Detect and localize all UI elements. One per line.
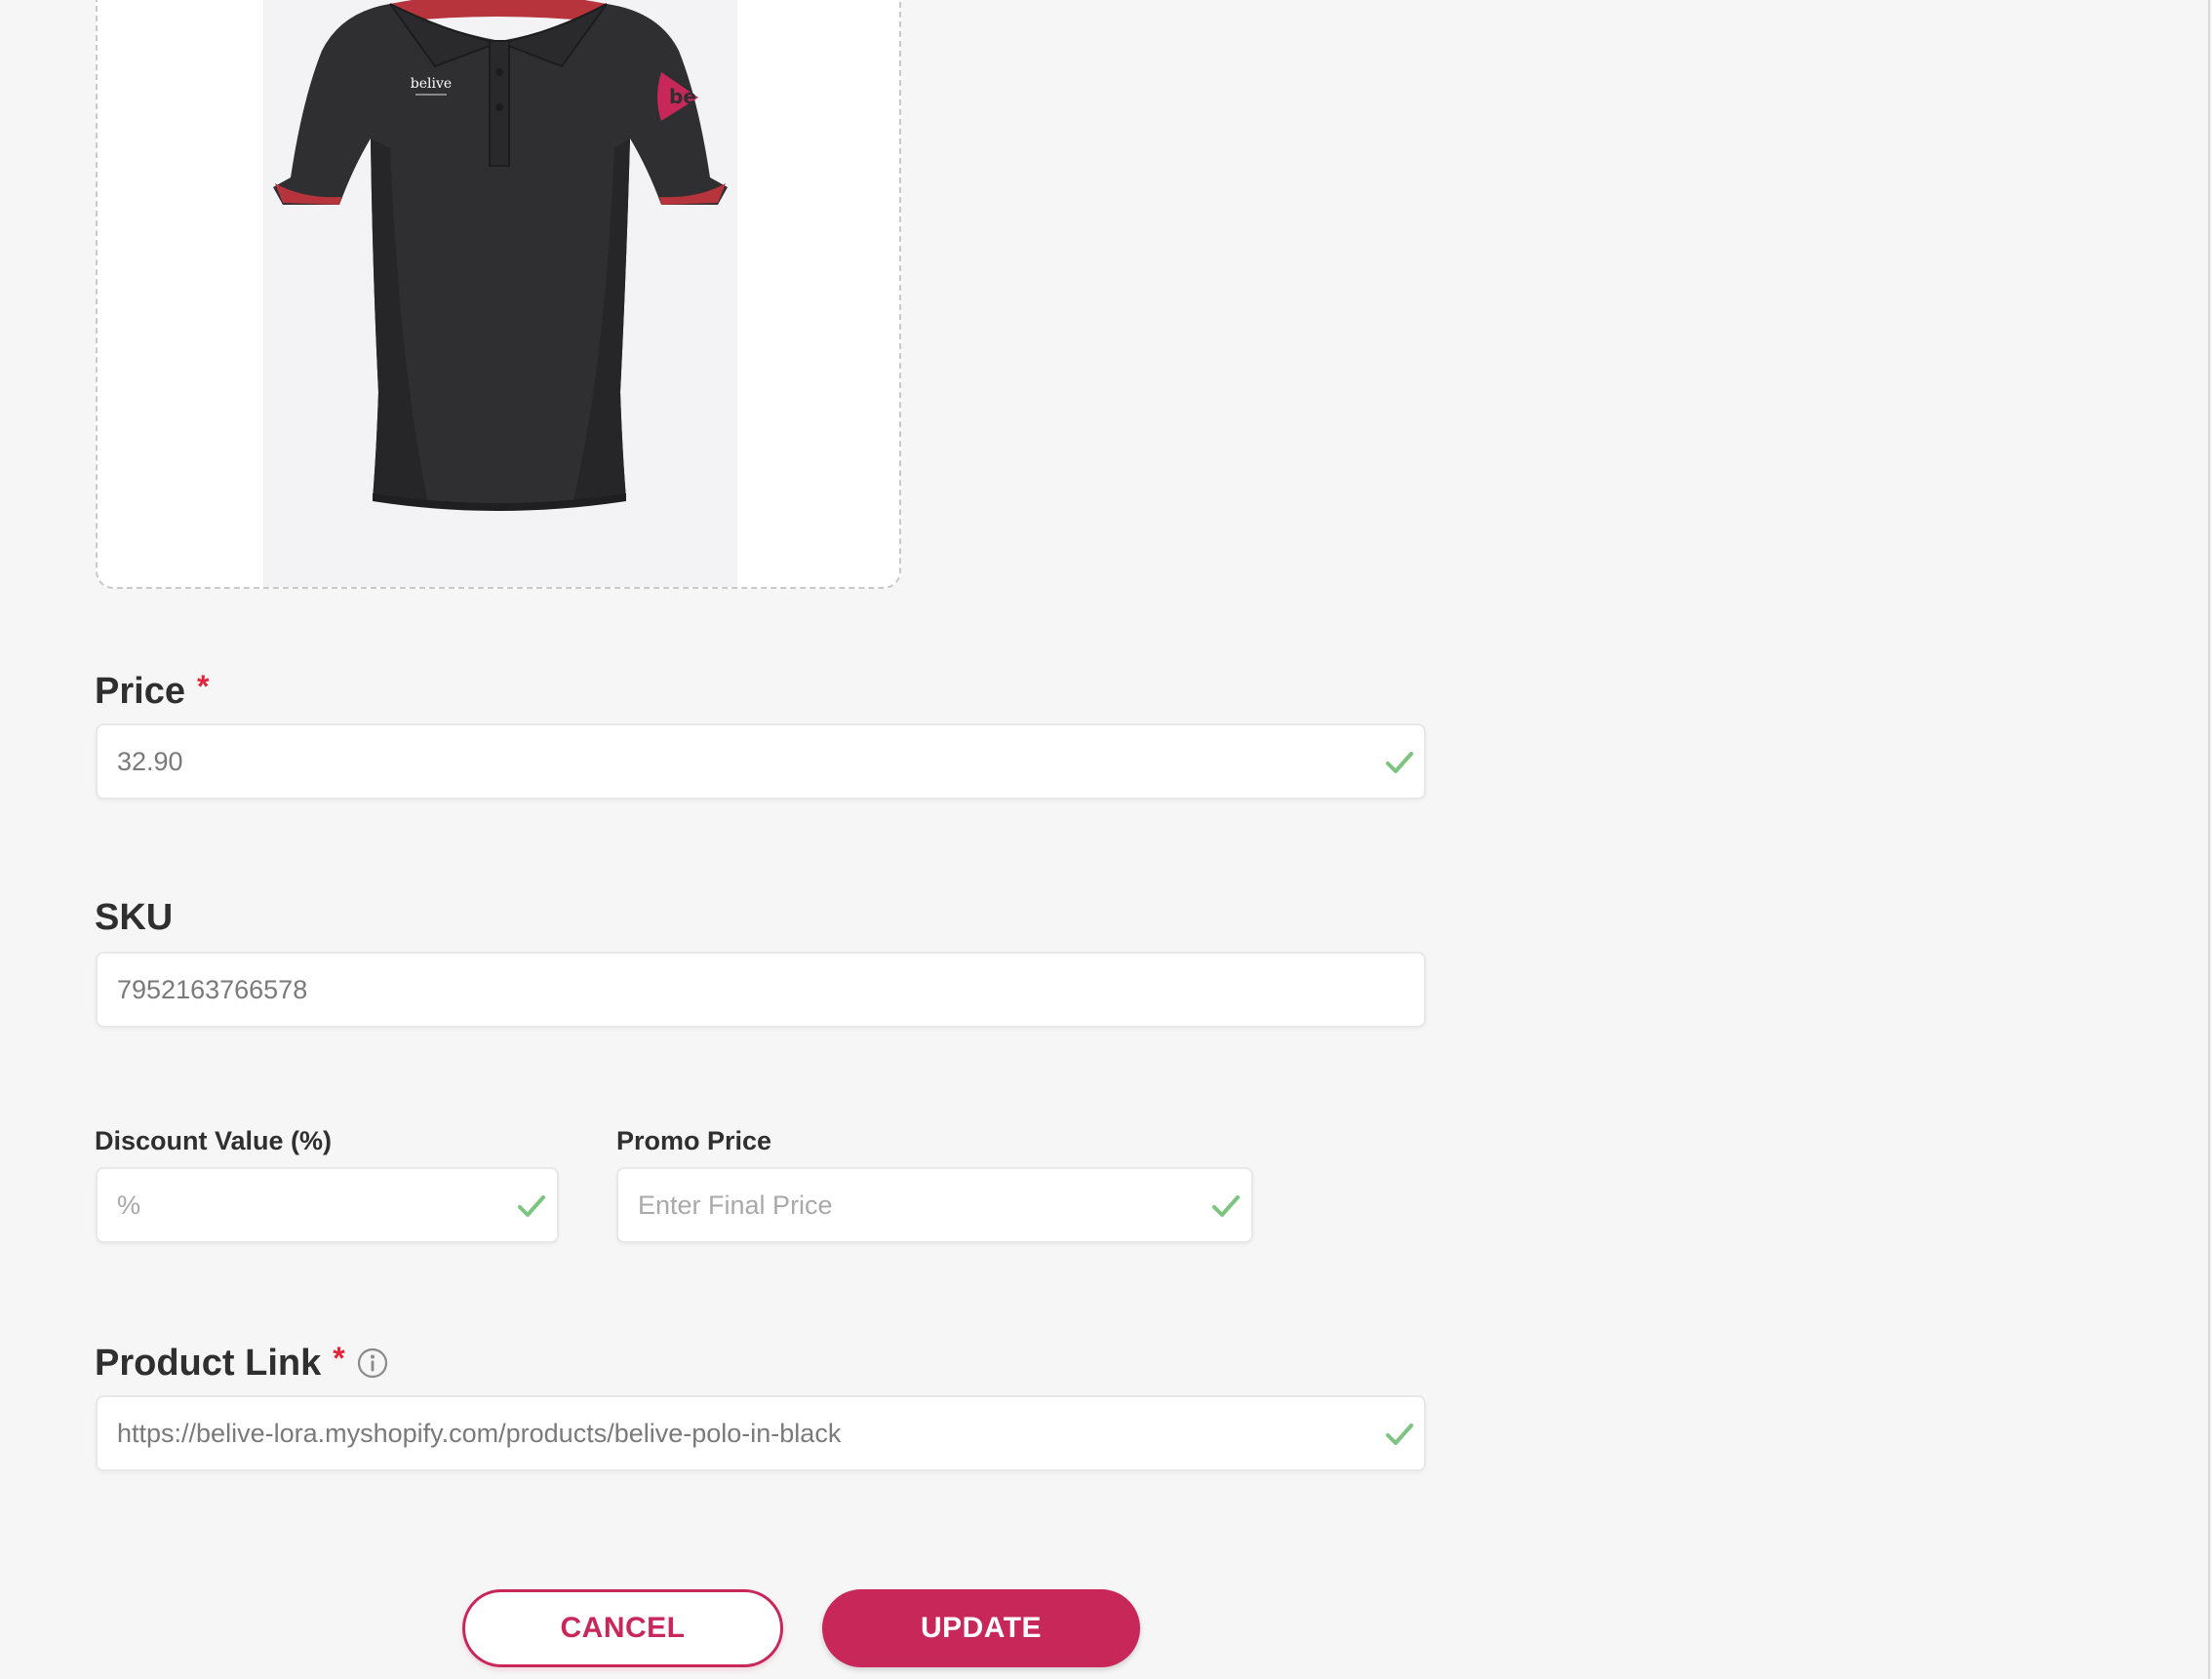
price-label: Price	[95, 671, 185, 712]
product-link-input[interactable]	[117, 1397, 1365, 1469]
promo-price-input[interactable]	[638, 1169, 1194, 1241]
promo-price-label-row: Promo Price	[616, 1126, 771, 1156]
check-icon	[518, 1195, 545, 1217]
price-field[interactable]	[96, 723, 1426, 800]
discount-field[interactable]	[96, 1167, 559, 1243]
cancel-button[interactable]: CANCEL	[462, 1589, 783, 1667]
price-label-row: Price *	[95, 669, 209, 713]
discount-label: Discount Value (%)	[95, 1126, 333, 1155]
product-link-label-row: Product Link *	[95, 1341, 388, 1385]
product-link-field[interactable]	[96, 1395, 1426, 1471]
product-edit-page: belive be Price* SKU Discount Value (%) …	[0, 0, 2212, 1679]
check-icon	[1386, 752, 1413, 773]
promo-price-label: Promo Price	[616, 1126, 772, 1155]
product-image-dropzone[interactable]: belive be	[96, 0, 901, 589]
product-link-label: Product Link	[95, 1343, 322, 1384]
update-button[interactable]: UPDATE	[822, 1589, 1140, 1667]
sku-field[interactable]	[96, 952, 1426, 1028]
sku-input[interactable]	[117, 954, 1404, 1026]
promo-price-field[interactable]	[616, 1167, 1253, 1243]
product-link-required-mark: *	[333, 1341, 345, 1376]
check-icon	[1212, 1195, 1240, 1217]
svg-text:be: be	[669, 85, 696, 108]
price-input[interactable]	[117, 725, 1365, 798]
product-image: belive be	[273, 0, 728, 511]
discount-input[interactable]	[117, 1169, 507, 1241]
sku-label-row: SKU	[95, 897, 173, 939]
check-icon	[1386, 1424, 1413, 1445]
info-icon[interactable]	[357, 1347, 388, 1379]
discount-label-row: Discount Value (%)	[95, 1126, 332, 1156]
scrollbar-edge	[2208, 0, 2210, 1679]
price-required-mark: *	[196, 669, 210, 704]
svg-text:belive: belive	[411, 76, 452, 92]
sku-label: SKU	[95, 897, 174, 938]
